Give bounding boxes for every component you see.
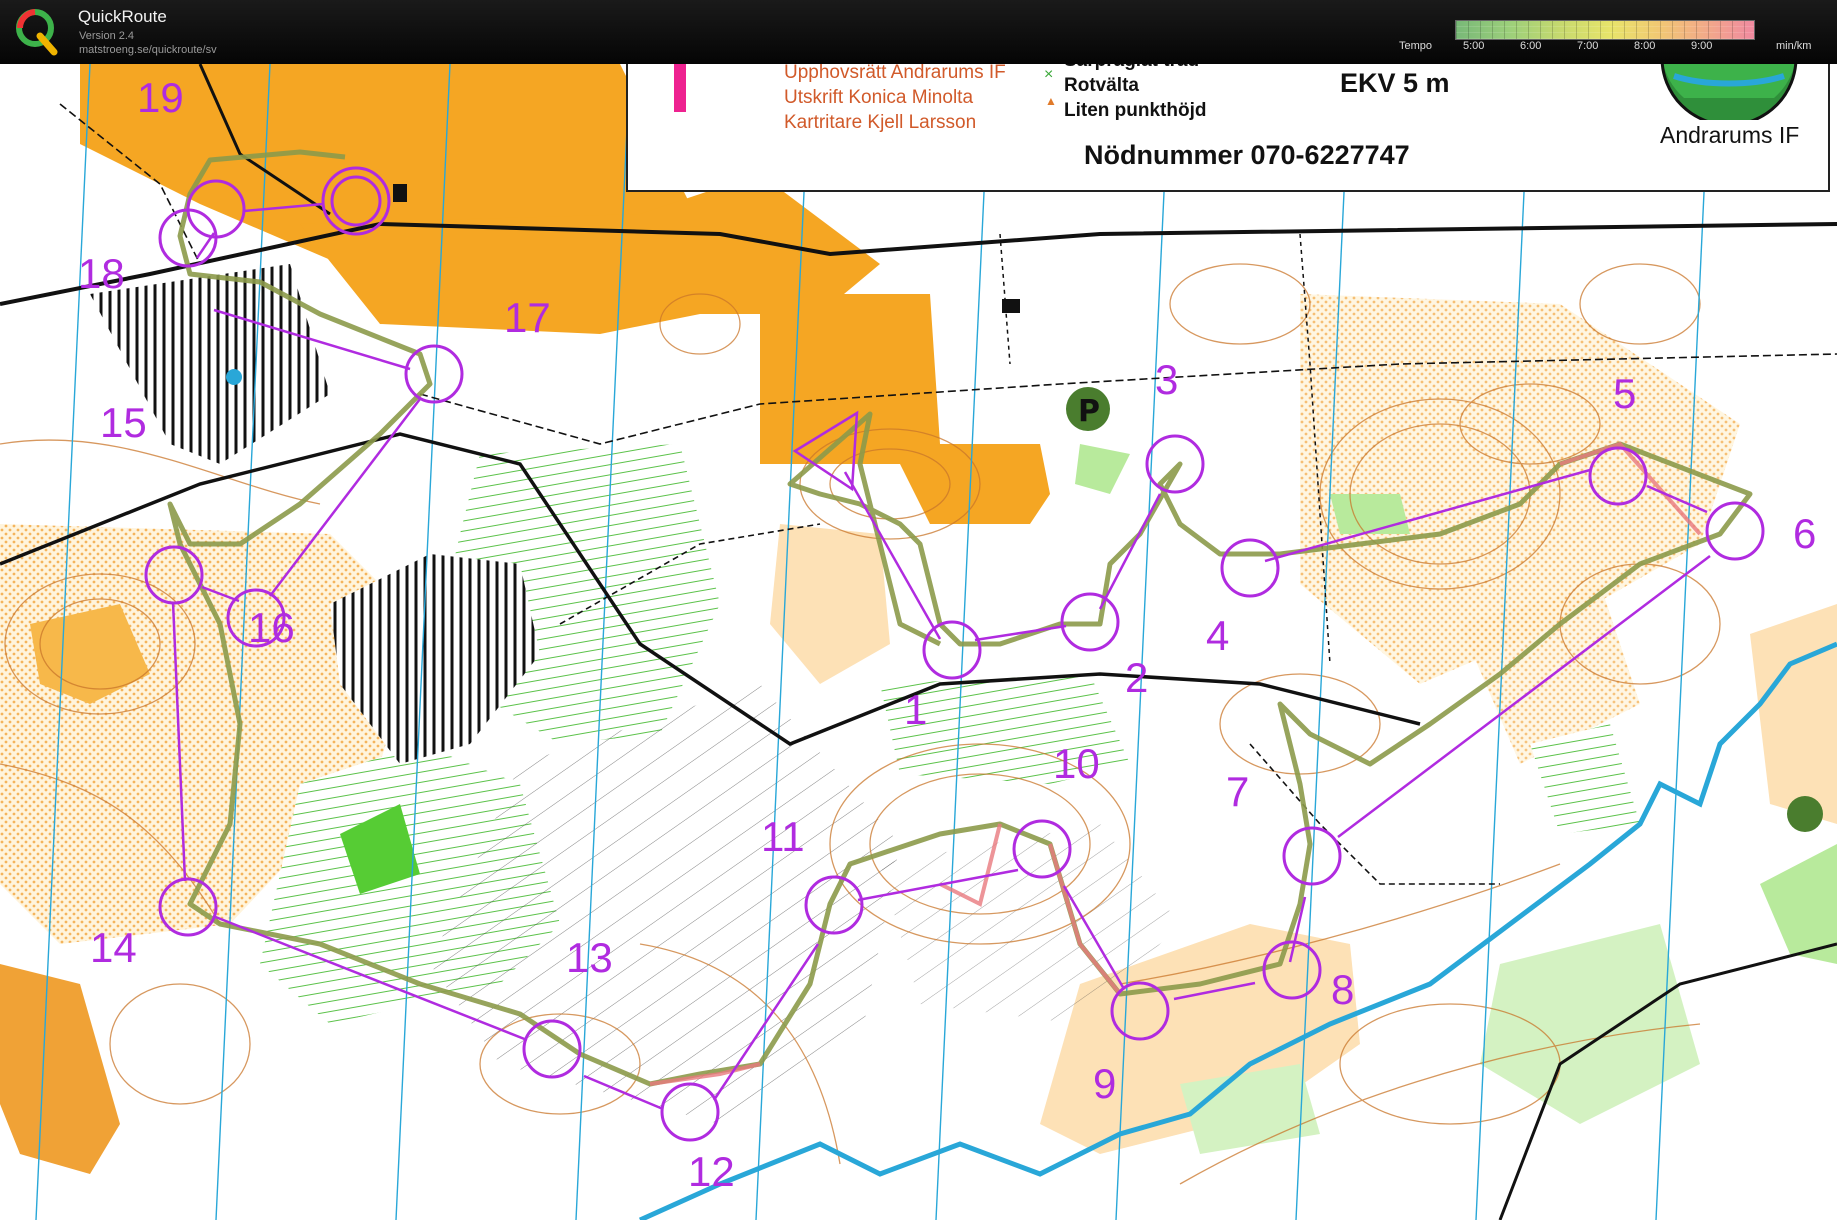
legend-club-name: Andrarums IF: [1660, 122, 1800, 148]
pace-tick: 6:00: [1520, 40, 1542, 52]
control-number: 1: [904, 686, 928, 733]
legend-cartographer: Kartritare Kjell Larsson: [784, 112, 977, 133]
control-number: 13: [566, 934, 613, 981]
control-number: 9: [1093, 1060, 1117, 1107]
legend-rootstock: Rotvälta: [1064, 75, 1139, 96]
control-number: 18: [78, 250, 125, 297]
legend-tree: Särpräglat träd: [1064, 64, 1199, 72]
knoll-icon: ▲: [1045, 94, 1057, 108]
control-number: 15: [100, 399, 147, 446]
rootstock-icon: ×: [1044, 66, 1054, 83]
control-number: 12: [688, 1148, 735, 1195]
control-number: 17: [504, 294, 551, 341]
control-number: 8: [1331, 966, 1355, 1013]
magenta-marker-icon: [674, 64, 686, 112]
app-name: QuickRoute: [78, 7, 167, 26]
pace-scale-label: Tempo: [1399, 40, 1433, 52]
legend-knoll: Liten punkthöjd: [1064, 100, 1207, 121]
legend-print: Utskrift Konica Minolta: [784, 87, 974, 108]
control-number: 16: [248, 604, 295, 651]
pace-unit: min/km: [1776, 40, 1812, 52]
control-number: 14: [90, 924, 137, 971]
app-version: Version 2.4: [79, 30, 135, 42]
pace-tick: 9:00: [1691, 40, 1713, 52]
club-logo-icon: [1660, 64, 1798, 120]
pace-tick: 8:00: [1634, 40, 1656, 52]
control-number: 3: [1155, 356, 1179, 403]
map-legend-panel: Upphovsrätt Andrarums IF Utskrift Konica…: [626, 64, 1830, 192]
pace-tick: 7:00: [1577, 40, 1599, 52]
legend-emergency-number: Nödnummer 070-6227747: [1084, 140, 1410, 170]
control-number: 7: [1226, 768, 1250, 815]
legend-copyright: Upphovsrätt Andrarums IF: [784, 64, 1006, 83]
control-number: 19: [137, 74, 184, 121]
control-number: 11: [761, 813, 805, 860]
pace-color-bar: [1455, 20, 1755, 40]
control-number: 4: [1206, 612, 1230, 659]
orienteering-map[interactable]: P Upphovsrätt Andrarums IF Utskrift Koni…: [0, 64, 1837, 1220]
legend-contour-interval: EKV 5 m: [1340, 68, 1450, 98]
app-header: QuickRoute Version 2.4 matstroeng.se/qui…: [0, 0, 1837, 64]
control-number: 5: [1613, 370, 1637, 417]
quickroute-logo-icon: [16, 9, 58, 56]
app-url: matstroeng.se/quickroute/sv: [79, 44, 217, 56]
pace-scale: Tempo 5:00 6:00 7:00 8:00 9:00 min/km: [1395, 14, 1825, 60]
control-number: 2: [1125, 654, 1149, 701]
control-number: 10: [1053, 740, 1100, 787]
control-number: 6: [1793, 510, 1817, 557]
pace-tick: 5:00: [1463, 40, 1485, 52]
svg-text:P: P: [1078, 394, 1100, 429]
